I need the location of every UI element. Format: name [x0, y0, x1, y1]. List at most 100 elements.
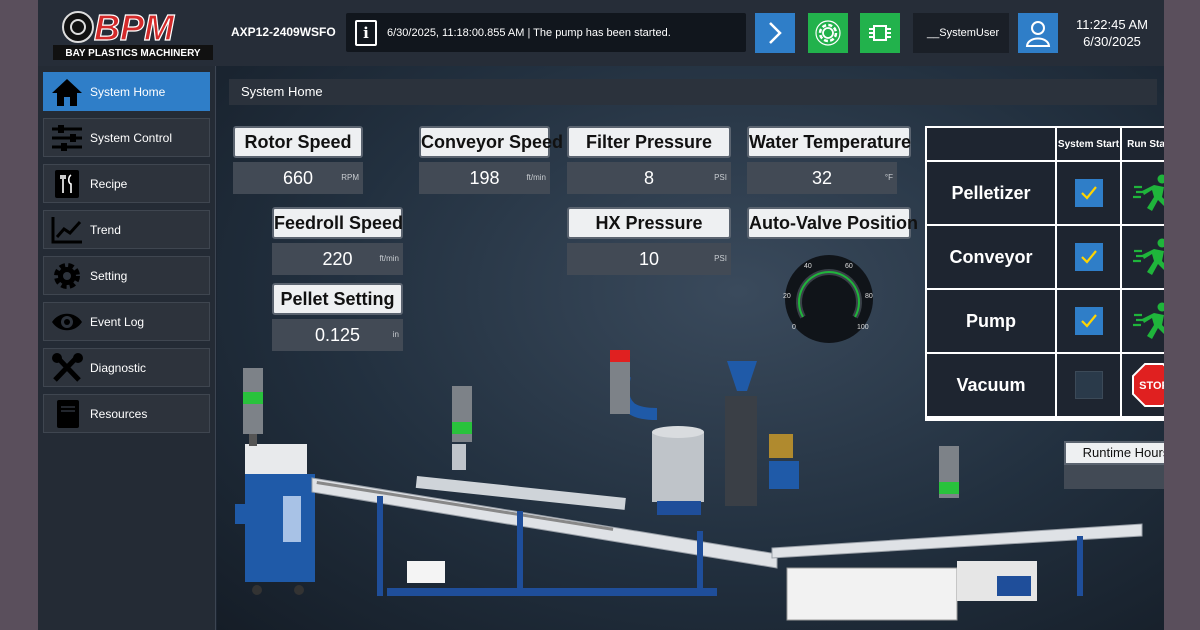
logo-subtitle: BAY PLASTICS MACHINERY [65, 48, 201, 59]
gauge-label: Feedroll Speed [272, 207, 403, 239]
stack-light-2 [452, 386, 472, 442]
pelletizer-start-cell [1057, 162, 1120, 224]
hx-pressure-gauge: HX Pressure 10 PSI [567, 207, 731, 277]
gauge-unit: PSI [714, 173, 727, 182]
gauge-value: 10 PSI [567, 243, 731, 275]
gear-icon [44, 261, 90, 291]
gauge-label: Conveyor Speed [419, 126, 563, 158]
checkmark-icon [1080, 186, 1097, 200]
sidebar-item-event-log[interactable]: Event Log [43, 302, 210, 341]
gauge-value-text: 10 [638, 249, 660, 269]
pump-start-checkbox[interactable] [1074, 307, 1103, 335]
dial-tick: 40 [804, 263, 812, 270]
gauge-value: 32 °F [747, 162, 897, 194]
row-label-vacuum: Vacuum [927, 354, 1055, 416]
status-message: 6/30/2025, 11:18:00.855 AM | The pump ha… [387, 27, 671, 39]
row-label-pelletizer: Pelletizer [927, 162, 1055, 224]
runtime-value: 24 [1064, 465, 1164, 489]
gauge-label: Rotor Speed [233, 126, 363, 158]
gauge-value-text: 660 [282, 168, 314, 188]
stop-sign-text: STOP [1139, 380, 1164, 392]
running-man-icon [1132, 302, 1164, 339]
checkmark-icon [1080, 314, 1097, 328]
sidebar-item-label: Event Log [90, 314, 145, 329]
message-bar[interactable]: i 6/30/2025, 11:18:00.855 AM | The pump … [346, 13, 746, 52]
gauge-value: 198 ft/min [419, 162, 550, 194]
runtime-label: Runtime Hours [1064, 441, 1164, 465]
eye-icon [44, 307, 90, 337]
clock-date: 6/30/2025 [1083, 34, 1141, 49]
system-status-table: System Start Run Status Pelletizer Conve… [925, 126, 1164, 421]
row-label-conveyor: Conveyor [927, 226, 1055, 288]
sidebar-item-label: Diagnostic [90, 360, 147, 375]
pelletizer-run-status [1122, 162, 1164, 224]
dial-tick: 60 [845, 263, 853, 270]
machine-id: AXP12-2409WSFO [231, 25, 336, 39]
gauge-label: HX Pressure [567, 207, 731, 239]
page-title: System Home [229, 79, 1157, 105]
sidebar: System Home System Control Recipe Trend … [38, 66, 216, 630]
logo-text: BPM [94, 7, 175, 48]
pelletizer-start-checkbox[interactable] [1074, 179, 1103, 207]
checkmark-icon [1080, 250, 1097, 264]
gauge-value: 0.125 in [272, 319, 403, 351]
bpm-logo: BPM BAY PLASTICS MACHINERY [50, 4, 215, 62]
row-label-pump: Pump [927, 290, 1055, 352]
sidebar-item-diagnostic[interactable]: Diagnostic [43, 348, 210, 387]
stop-sign-icon: STOP [1131, 363, 1164, 407]
sidebar-item-label: System Control [90, 130, 173, 145]
user-icon [1025, 21, 1051, 47]
sidebar-item-trend[interactable]: Trend [43, 210, 210, 249]
filter-pressure-gauge: Filter Pressure 8 PSI [567, 126, 731, 196]
pellet-setting-gauge: Pellet Setting 0.125 in [272, 283, 403, 353]
sidebar-item-recipe[interactable]: Recipe [43, 164, 210, 203]
gauge-value-text: 0.125 [314, 325, 361, 345]
next-message-button[interactable] [755, 13, 795, 53]
gauge-value-text: 220 [322, 249, 353, 269]
stack-light-4 [939, 446, 959, 498]
gauge-value-text: 32 [811, 168, 833, 188]
sidebar-item-setting[interactable]: Setting [43, 256, 210, 295]
sidebar-item-label: Recipe [90, 176, 128, 191]
system-home-panel: System Home Rotor Speed 660 RPM Conveyor… [217, 66, 1164, 630]
gauge-unit: ft/min [526, 173, 546, 182]
sidebar-item-system-control[interactable]: System Control [43, 118, 210, 157]
tools-icon [44, 352, 90, 383]
io-module-button[interactable] [860, 13, 900, 53]
dial-tick: 80 [865, 293, 873, 300]
sidebar-item-label: System Home [90, 84, 166, 99]
gauge-value: 660 RPM [233, 162, 363, 194]
vacuum-start-checkbox[interactable] [1074, 371, 1103, 399]
feedroll-speed-value: 220 ft/min [272, 243, 403, 275]
runtime-hours: Runtime Hours 24 [1064, 441, 1164, 491]
pump-run-status [1122, 290, 1164, 352]
stack-light-1 [243, 368, 263, 446]
gauge-label: Auto-Valve Position [747, 207, 918, 239]
vacuum-start-cell [1057, 354, 1120, 416]
gauge-unit: RPM [341, 173, 359, 182]
sidebar-item-system-home[interactable]: System Home [43, 72, 210, 111]
sidebar-item-resources[interactable]: Resources [43, 394, 210, 433]
clock: 11:22:45 AM 6/30/2025 [1068, 16, 1156, 50]
recipe-book-icon [44, 169, 90, 199]
book-icon [44, 399, 90, 429]
clock-time: 11:22:45 AM [1075, 17, 1149, 32]
user-profile-button[interactable] [1018, 13, 1058, 53]
conveyor-run-status [1122, 226, 1164, 288]
gauge-unit: ft/min [379, 254, 399, 263]
table-corner [927, 128, 1055, 160]
gauge-value-text: 198 [469, 168, 500, 188]
home-icon [44, 77, 90, 107]
conveyor-start-checkbox[interactable] [1074, 243, 1103, 271]
current-user: __SystemUser [913, 13, 1009, 53]
gauge-value-text: 8 [643, 168, 654, 188]
sidebar-item-label: Trend [90, 222, 121, 237]
hmi-window: BPM BAY PLASTICS MACHINERY AXP12-2409WSF… [38, 0, 1164, 630]
gauge-value: 8 PSI [567, 162, 731, 194]
gauge-label: Filter Pressure [567, 126, 731, 158]
settings-gear-button[interactable] [808, 13, 848, 53]
trend-chart-icon [44, 215, 90, 245]
gauge-unit: °F [884, 173, 893, 182]
water-temperature-gauge: Water Temperature 32 °F [747, 126, 911, 196]
dial-tick: 0 [792, 324, 796, 331]
